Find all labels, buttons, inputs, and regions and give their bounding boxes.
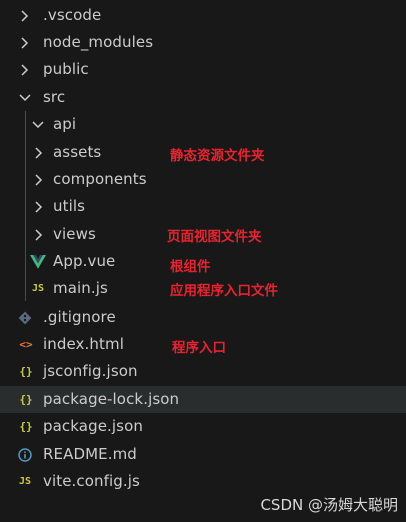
tree-item-components[interactable]: components: [0, 166, 406, 193]
tree-item-label: main.js: [53, 279, 108, 297]
tree-item-label: src: [43, 88, 66, 106]
chevron-down-icon[interactable]: [31, 118, 45, 132]
tree-item-src[interactable]: src: [0, 84, 406, 111]
html-icon: <>: [19, 338, 33, 351]
watermark: CSDN @汤姆大聪明: [260, 496, 398, 514]
annotation-assets: 静态资源文件夹: [170, 148, 265, 164]
chevron-right-icon[interactable]: [18, 36, 32, 50]
json-icon: {}: [19, 420, 33, 433]
chevron-right-icon[interactable]: [18, 63, 32, 77]
annotation-main-js: 应用程序入口文件: [170, 283, 278, 299]
tree-item-label: vite.config.js: [43, 472, 140, 490]
tree-item-label: package-lock.json: [43, 390, 180, 408]
tree-item-node-modules[interactable]: node_modules: [0, 29, 406, 56]
tree-item-label: App.vue: [53, 252, 116, 270]
annotation-index-html: 程序入口: [172, 340, 226, 356]
tree-item-label: public: [43, 60, 89, 78]
tree-item-vite-config-js[interactable]: JS vite.config.js: [0, 468, 406, 495]
info-icon: [17, 441, 33, 468]
json-icon: {}: [19, 365, 33, 378]
git-icon: [17, 304, 33, 331]
tree-item-readme-md[interactable]: README.md: [0, 441, 406, 468]
javascript-icon: JS: [31, 283, 45, 294]
tree-item-label: package.json: [43, 417, 143, 435]
tree-item-label: utils: [53, 197, 86, 215]
tree-item-label: index.html: [43, 335, 124, 353]
annotation-views: 页面视图文件夹: [167, 229, 262, 245]
tree-item-utils[interactable]: utils: [0, 193, 406, 220]
tree-item-label: assets: [53, 143, 102, 161]
chevron-right-icon[interactable]: [18, 9, 32, 23]
chevron-right-icon[interactable]: [32, 200, 46, 214]
tree-item-gitignore[interactable]: .gitignore: [0, 304, 406, 331]
tree-item-label: views: [53, 225, 96, 243]
tree-item-api[interactable]: api: [0, 111, 406, 138]
tree-item-jsconfig-json[interactable]: {} jsconfig.json: [0, 358, 406, 385]
tree-item-label: jsconfig.json: [43, 362, 138, 380]
chevron-down-icon[interactable]: [18, 91, 32, 105]
vue-icon: [30, 248, 46, 275]
javascript-icon: JS: [18, 476, 32, 487]
tree-item-label: README.md: [43, 445, 137, 463]
tree-item-label: components: [53, 170, 147, 188]
json-icon: {}: [19, 393, 33, 406]
tree-item-label: api: [53, 115, 77, 133]
file-explorer-tree: .vscode node_modules public src api asse…: [0, 0, 406, 522]
annotation-app-vue: 根组件: [170, 259, 211, 275]
tree-item-label: .gitignore: [43, 308, 116, 326]
chevron-right-icon[interactable]: [32, 146, 46, 160]
tree-item-public[interactable]: public: [0, 56, 406, 83]
tree-item-vscode[interactable]: .vscode: [0, 2, 406, 29]
chevron-right-icon[interactable]: [32, 173, 46, 187]
tree-item-package-json[interactable]: {} package.json: [0, 413, 406, 440]
chevron-right-icon[interactable]: [32, 228, 46, 242]
tree-item-label: node_modules: [43, 33, 154, 51]
tree-item-label: .vscode: [43, 6, 102, 24]
tree-item-package-lock-json[interactable]: {} package-lock.json: [0, 386, 406, 413]
